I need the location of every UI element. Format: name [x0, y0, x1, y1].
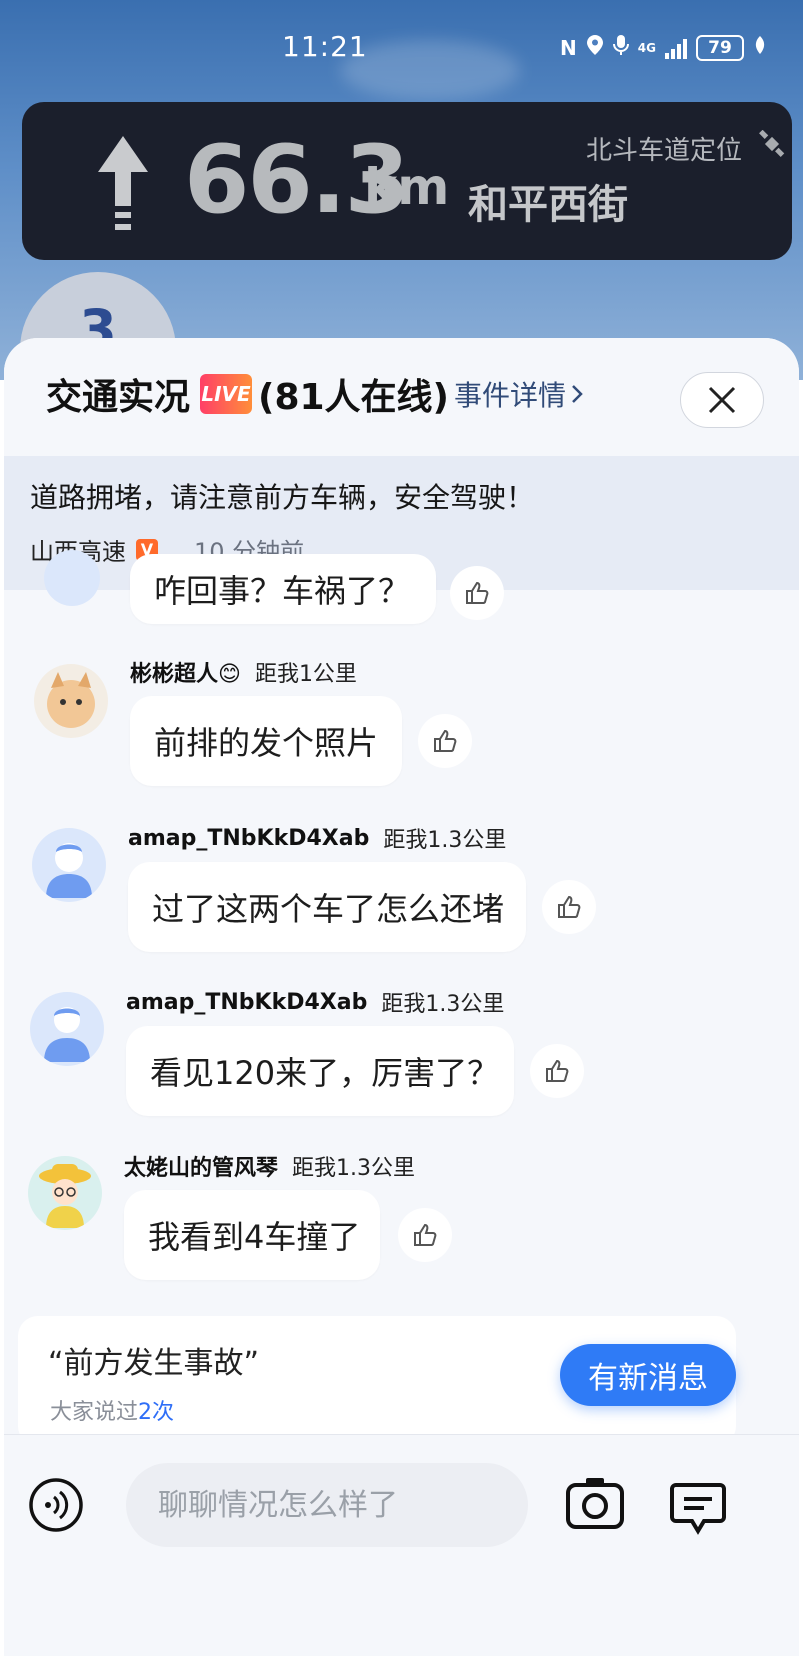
avatar: [32, 828, 106, 902]
message-bubble: 咋回事？车祸了？: [130, 554, 436, 624]
chevron-right-icon: [572, 385, 583, 403]
quick-phrase-text: “前方发生事故”: [48, 1346, 260, 1381]
like-button[interactable]: [530, 1044, 584, 1098]
message-bubble: 看见120来了，厉害了？: [126, 1026, 514, 1116]
author-name: amap_TNbKkD4Xab: [126, 989, 368, 1015]
like-button[interactable]: [450, 566, 504, 620]
message-bubble: 过了这两个车了怎么还堵: [128, 862, 526, 952]
thumbs-up-icon: [546, 1059, 569, 1082]
event-detail-label: 事件详情: [454, 379, 567, 412]
nav-road-name: 和平西街: [468, 182, 628, 228]
chat-composer: [4, 1434, 799, 1656]
camera-button[interactable]: [564, 1475, 626, 1533]
message-author: 太姥山的管风琴 距我1.3公里: [124, 1150, 415, 1182]
author-distance: 距我1.3公里: [383, 828, 507, 853]
live-badge: LIVE: [200, 374, 252, 414]
message-author: 彬彬超人😊 距我1公里: [130, 656, 357, 688]
message-bubble: 我看到4车撞了: [124, 1190, 380, 1280]
sheet-title: 交通实况: [46, 377, 191, 418]
thumbs-up-icon: [466, 581, 489, 604]
thumbs-up-icon: [434, 729, 457, 752]
like-button[interactable]: [418, 714, 472, 768]
event-detail-link[interactable]: 事件详情: [454, 374, 584, 414]
avatar: [44, 550, 100, 606]
author-distance: 距我1公里: [254, 662, 357, 687]
thumbs-up-icon: [414, 1223, 437, 1246]
avatar: [30, 992, 104, 1066]
close-icon: [708, 386, 736, 414]
sheet-header: 交通实况 LIVE (81人在线) 事件详情: [4, 338, 799, 456]
traffic-live-sheet: 交通实况 LIVE (81人在线) 事件详情 道路拥堵，请注意前方车辆，安全驾驶…: [4, 338, 799, 1656]
new-messages-button[interactable]: 有新消息: [560, 1344, 736, 1406]
message-author: amap_TNbKkD4Xab 距我1.3公里: [128, 822, 506, 854]
signal-icon: [664, 37, 687, 59]
author-distance: 距我1.3公里: [292, 1156, 416, 1181]
thumbs-up-icon: [558, 895, 581, 918]
like-button[interactable]: [398, 1208, 452, 1262]
eco-leaf-icon: [753, 35, 767, 60]
author-name: amap_TNbKkD4Xab: [128, 825, 370, 851]
status-bar: 11:21 N 4G 79: [0, 24, 803, 68]
status-time: 11:21: [282, 30, 368, 63]
avatar: [34, 664, 108, 738]
message-button[interactable]: [668, 1477, 728, 1537]
like-button[interactable]: [542, 880, 596, 934]
online-count: (81人在线): [258, 377, 450, 418]
nav-unit: km: [364, 158, 450, 216]
quick-phrase-count: 大家说过2次: [50, 1394, 174, 1426]
satellite-icon: [758, 129, 786, 165]
voice-icon: [29, 1478, 83, 1532]
author-distance: 距我1.3公里: [381, 992, 505, 1017]
close-button[interactable]: [680, 372, 764, 428]
lane-positioning-label: 北斗车道定位: [586, 136, 743, 166]
author-name: 太姥山的管风琴: [124, 1156, 279, 1181]
navigation-card[interactable]: 66.3 km 和平西街 北斗车道定位: [22, 102, 792, 260]
camera-icon: [566, 1478, 624, 1529]
message-icon: [670, 1483, 726, 1535]
voice-input-button[interactable]: [28, 1477, 84, 1533]
message-author: amap_TNbKkD4Xab 距我1.3公里: [126, 986, 504, 1018]
author-name: 彬彬超人😊: [130, 662, 241, 687]
quick-phrase-count-prefix: 大家说过: [50, 1400, 139, 1425]
quick-phrase-count-number: 2次: [138, 1400, 175, 1425]
microphone-icon: [612, 34, 629, 61]
nfc-icon: N: [560, 35, 577, 60]
status-icons: N 4G 79: [560, 34, 767, 61]
notice-text: 道路拥堵，请注意前方车辆，安全驾驶！: [30, 481, 535, 514]
avatar: [28, 1156, 102, 1230]
message-bubble: 前排的发个照片: [130, 696, 402, 786]
network-label: 4G: [637, 40, 656, 55]
battery-icon: 79: [695, 34, 744, 61]
chat-input[interactable]: [126, 1463, 528, 1547]
straight-arrow-icon: [98, 136, 148, 230]
location-icon: [586, 34, 604, 61]
